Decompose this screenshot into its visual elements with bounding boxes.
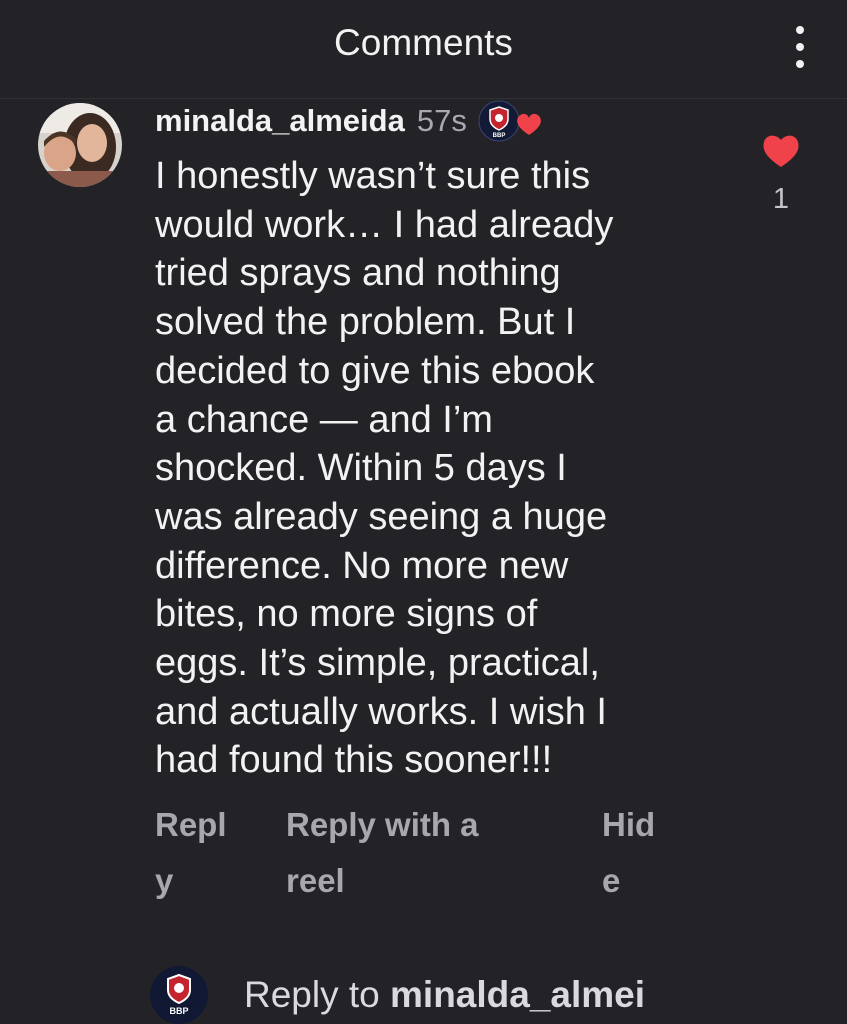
avatar-text: BBP [169, 1006, 188, 1016]
reply-with-reel-button[interactable]: Reply with a reel [286, 797, 479, 909]
comment-header: minalda_almeida 57s BBP [155, 98, 555, 144]
username[interactable]: minalda_almeida [155, 103, 405, 139]
like-heart-icon[interactable] [760, 130, 802, 170]
reply-input-placeholder[interactable]: Reply to minalda_almei [244, 974, 645, 1016]
timestamp: 57s [416, 103, 467, 138]
like-count: 1 [772, 183, 790, 215]
reply-input-bar[interactable]: BBP Reply to minalda_almei [150, 966, 847, 1024]
creator-liked-badge: BBP [477, 99, 555, 143]
badge-text: BBP [492, 133, 505, 139]
reply-button[interactable]: Repl y [155, 797, 227, 909]
reply-target: minalda_almei [390, 974, 646, 1015]
heart-icon [516, 113, 541, 135]
more-options-icon[interactable] [791, 26, 809, 68]
hide-button[interactable]: Hid e [602, 797, 655, 909]
my-avatar: BBP [150, 966, 208, 1024]
comment-text: I honestly wasn’t sure this would work… … [155, 155, 614, 782]
comments-header: Comments [0, 0, 847, 99]
reply-prefix: Reply to [244, 974, 391, 1015]
avatar[interactable] [38, 103, 122, 187]
page-title: Comments [334, 22, 513, 63]
